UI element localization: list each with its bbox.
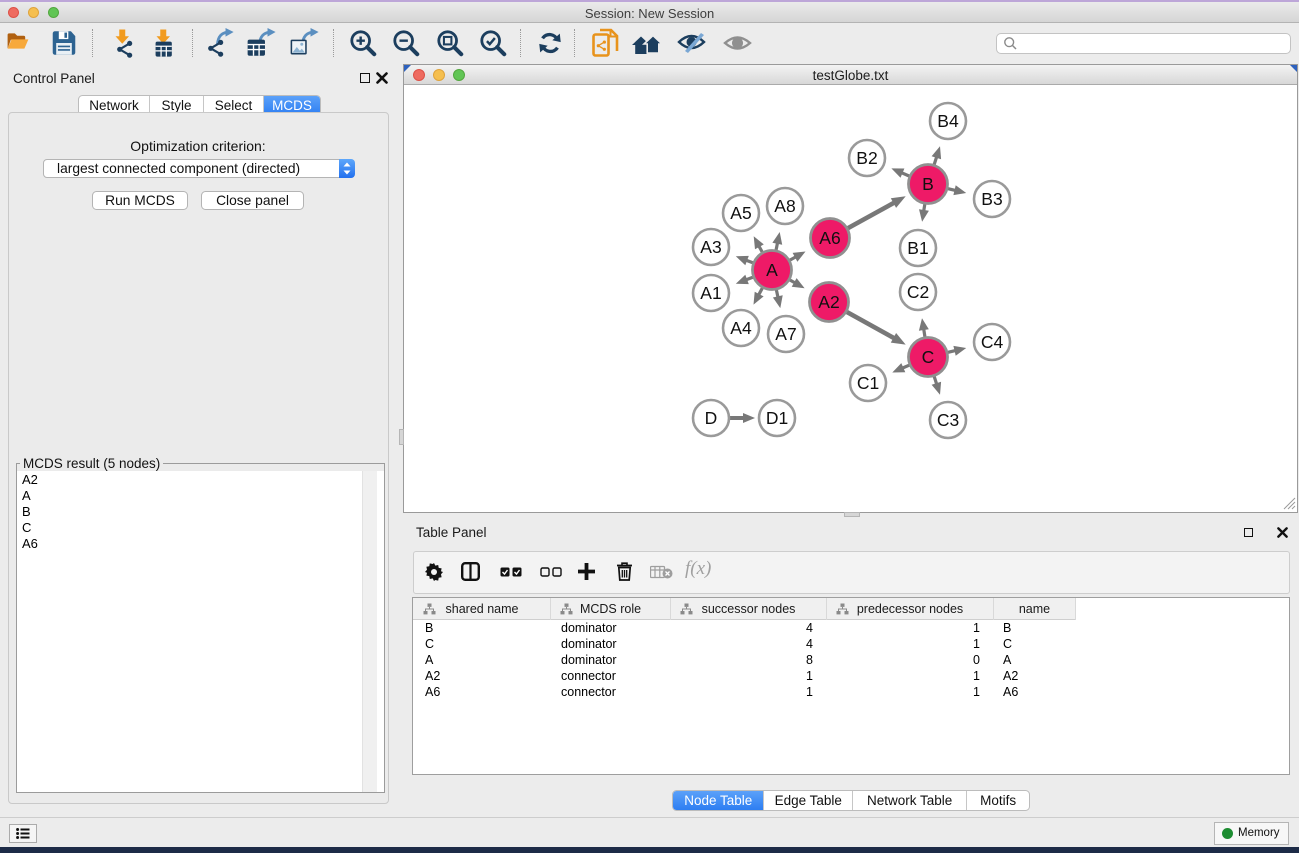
svg-text:A4: A4	[730, 318, 752, 338]
svg-text:B1: B1	[907, 238, 928, 258]
svg-text:A2: A2	[818, 292, 839, 312]
svg-text:D: D	[705, 408, 718, 428]
svg-text:A1: A1	[700, 283, 721, 303]
svg-text:D1: D1	[766, 408, 788, 428]
svg-text:B2: B2	[856, 148, 877, 168]
svg-text:C: C	[922, 347, 935, 367]
svg-text:A6: A6	[819, 228, 840, 248]
svg-text:B4: B4	[937, 111, 959, 131]
svg-text:A5: A5	[730, 203, 751, 223]
svg-text:B: B	[922, 174, 934, 194]
svg-text:A7: A7	[775, 324, 796, 344]
svg-text:C1: C1	[857, 373, 879, 393]
svg-text:C3: C3	[937, 410, 959, 430]
svg-text:A3: A3	[700, 237, 721, 257]
svg-text:B3: B3	[981, 189, 1002, 209]
svg-text:C4: C4	[981, 332, 1004, 352]
svg-text:A8: A8	[774, 196, 795, 216]
svg-text:C2: C2	[907, 282, 929, 302]
svg-text:A: A	[766, 260, 778, 280]
